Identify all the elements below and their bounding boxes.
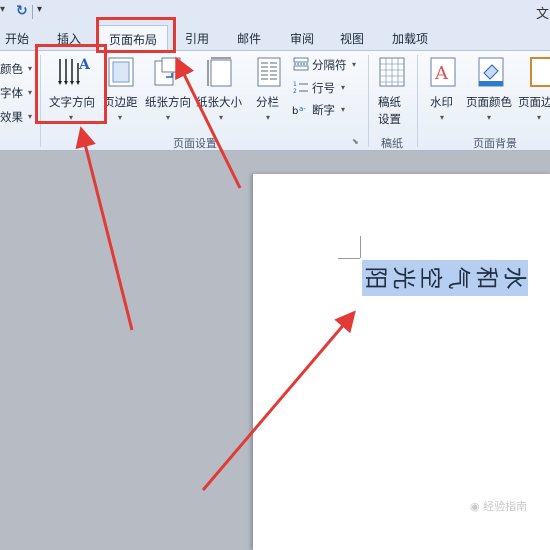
- chevron-down-icon: ▾: [219, 113, 224, 122]
- workspace-background: [0, 152, 253, 550]
- redo-icon[interactable]: ↻: [16, 3, 30, 19]
- columns-button[interactable]: 分栏: [256, 94, 279, 110]
- chevron-down-icon: ▾: [487, 113, 492, 122]
- group-label-page-setup: 页面设置: [173, 137, 217, 150]
- draft-paper-icon: [379, 57, 405, 87]
- tab-mailings[interactable]: 邮件: [237, 30, 261, 47]
- paper-size-icon: [207, 57, 232, 87]
- watermark-icon: ◉: [470, 500, 480, 513]
- page-border-button[interactable]: 页面边: [518, 94, 550, 110]
- draft-paper-button-line2[interactable]: 设置: [378, 111, 401, 127]
- qat-dropdown-icon[interactable]: ▾: [0, 4, 5, 15]
- group-label-draft-paper: 稿纸: [381, 137, 403, 150]
- columns-icon: [257, 57, 281, 87]
- crop-mark: [360, 236, 361, 258]
- tab-references[interactable]: 引用: [185, 30, 209, 47]
- chevron-down-icon: ▾: [28, 64, 33, 73]
- chevron-down-icon: ▾: [166, 113, 171, 122]
- tab-add-ins[interactable]: 加载项: [392, 30, 428, 47]
- chevron-down-icon: ▾: [266, 113, 271, 122]
- svg-text:2: 2: [293, 88, 297, 94]
- line-numbers-button[interactable]: 行号: [312, 80, 335, 96]
- theme-effects-button[interactable]: 效果: [0, 109, 23, 125]
- highlight-box-page-layout-tab: [96, 17, 176, 53]
- group-label-page-background: 页面背景: [473, 137, 517, 150]
- page-color-button[interactable]: 页面颜色: [466, 94, 512, 110]
- group-separator: [368, 55, 369, 147]
- page-color-icon: [478, 57, 504, 87]
- chevron-down-icon: ▾: [352, 60, 357, 69]
- breaks-icon: [293, 57, 309, 71]
- group-separator: [417, 55, 418, 147]
- chevron-down-icon: ▾: [537, 113, 542, 122]
- breaks-button[interactable]: 分隔符: [312, 57, 347, 73]
- page-border-icon: [530, 57, 550, 87]
- chevron-down-icon: ▾: [341, 105, 346, 114]
- chevron-down-icon: ▾: [28, 88, 33, 97]
- crop-mark: [338, 258, 360, 259]
- hyphenation-button[interactable]: 断字: [312, 102, 335, 118]
- document-page[interactable]: [253, 174, 550, 550]
- site-watermark: ◉ 经验指南: [470, 500, 528, 513]
- draft-paper-button-line1[interactable]: 稿纸: [378, 94, 401, 110]
- chevron-down-icon: ▾: [440, 113, 445, 122]
- chevron-down-icon: ▾: [341, 83, 346, 92]
- svg-text:a-: a-: [299, 105, 306, 113]
- tab-view[interactable]: 视图: [340, 30, 364, 47]
- margins-button[interactable]: 页边距: [103, 94, 138, 110]
- svg-text:1: 1: [293, 81, 297, 88]
- theme-colors-button[interactable]: 颜色: [0, 61, 23, 77]
- theme-fonts-button[interactable]: 字体: [0, 85, 23, 101]
- tab-home[interactable]: 开始: [5, 30, 29, 47]
- hyphenation-icon: b a-: [292, 105, 306, 117]
- quick-access-toolbar: ▾ ↻ ▾ 文: [0, 0, 550, 25]
- line-numbers-icon: 12: [293, 81, 308, 94]
- selected-vertical-text[interactable]: 阳 光 空 气 和 水: [362, 260, 528, 296]
- orientation-icon: [154, 57, 181, 86]
- document-char: 水: [501, 266, 527, 290]
- window-title: 文: [536, 7, 550, 22]
- watermark-icon: A: [430, 57, 456, 87]
- tab-review[interactable]: 审阅: [290, 30, 314, 47]
- margins-icon: [108, 57, 134, 87]
- dialog-launcher-icon[interactable]: ⬊: [352, 137, 359, 146]
- chevron-down-icon: ▾: [28, 112, 33, 121]
- customize-qat-icon[interactable]: ▾: [37, 4, 42, 15]
- svg-text:A: A: [434, 63, 449, 84]
- highlight-box-text-direction: [35, 44, 107, 124]
- svg-text:b: b: [292, 106, 298, 117]
- orientation-button[interactable]: 纸张方向: [145, 94, 191, 110]
- qat-separator: [32, 5, 33, 19]
- watermark-button[interactable]: 水印: [430, 94, 453, 110]
- paper-size-button[interactable]: 纸张大小: [196, 94, 242, 110]
- chevron-down-icon: ▾: [118, 113, 123, 122]
